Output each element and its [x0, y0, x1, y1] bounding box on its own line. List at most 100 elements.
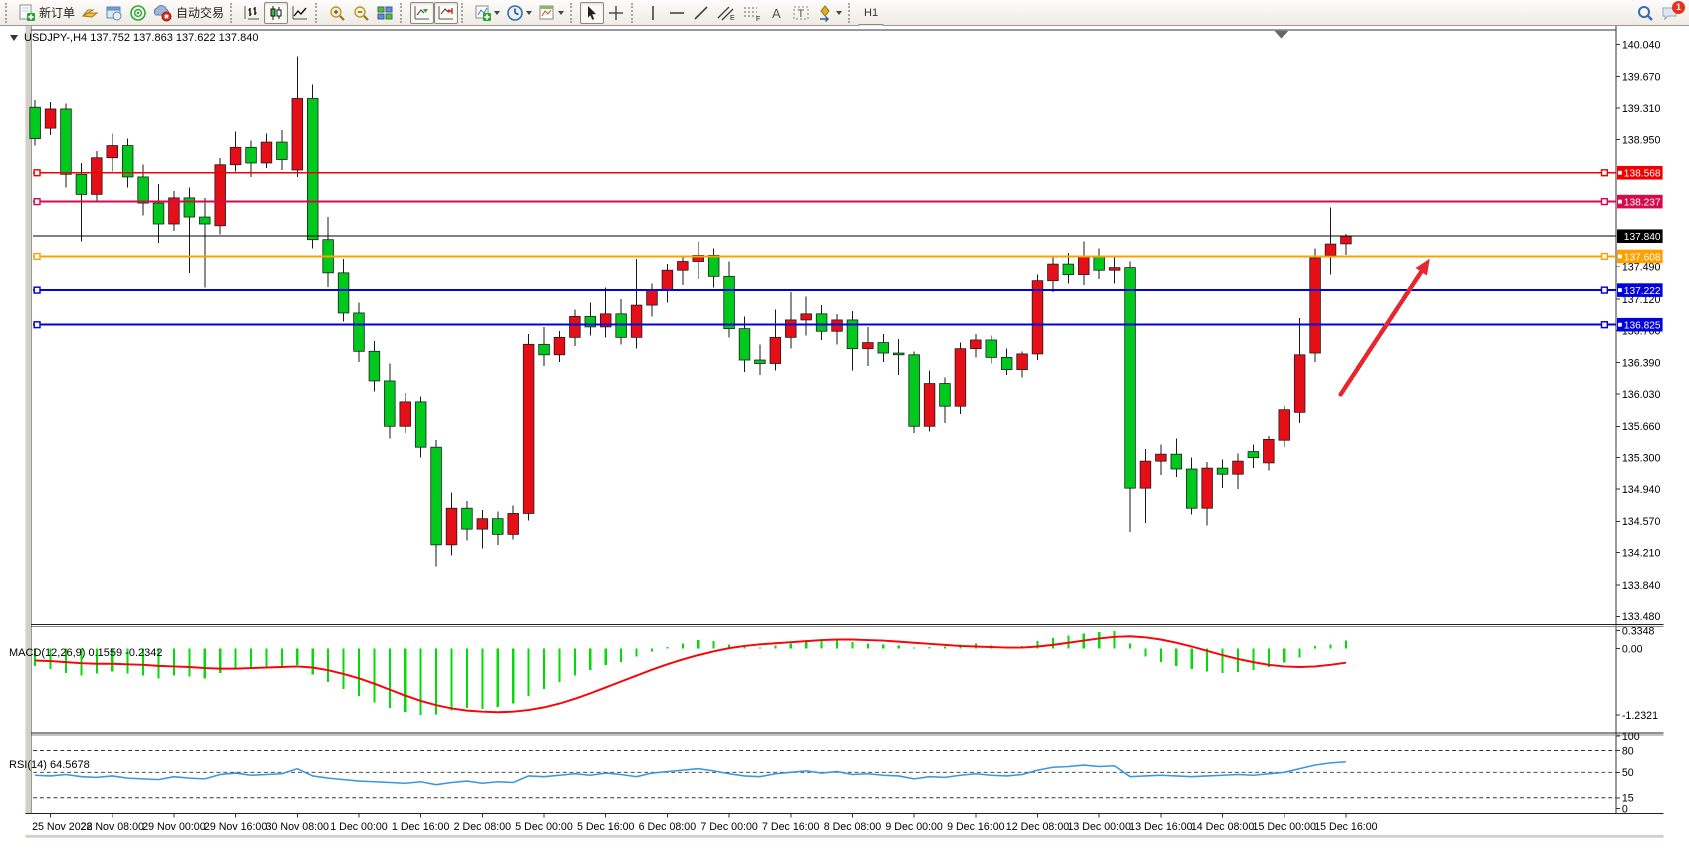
time-axis-label: 28 Nov 08:00 [81, 821, 144, 833]
crosshair-button[interactable] [604, 2, 628, 24]
bottom-edge [25, 835, 1663, 838]
candle [1094, 257, 1105, 270]
hline-handle-right[interactable] [1601, 199, 1607, 205]
templates-button[interactable] [535, 2, 567, 24]
candle [354, 313, 365, 351]
candle [462, 508, 473, 529]
candle [770, 337, 781, 363]
hline-handle-left[interactable] [34, 254, 40, 260]
toolbar-grip[interactable] [400, 3, 407, 23]
text-label-tool-button[interactable]: T [789, 2, 813, 24]
toolbar-grip[interactable] [848, 3, 855, 23]
candle [199, 217, 210, 224]
chart-title[interactable]: USDJPY-,H4 137.752 137.863 137.622 137.8… [10, 32, 258, 44]
macd-axis-label: 0.00 [1622, 644, 1643, 656]
indicators-dropdown-caret[interactable] [494, 11, 500, 15]
profiles-icon [81, 4, 99, 22]
toolbar-grip[interactable] [461, 3, 468, 23]
market-watch-button[interactable] [102, 2, 126, 24]
chart-canvas[interactable]: 140.040139.670139.310138.950137.490137.1… [0, 26, 1689, 863]
price-tick-label: 139.670 [1622, 72, 1661, 84]
search-button[interactable] [1633, 2, 1657, 24]
line-chart-button[interactable] [288, 2, 312, 24]
autotrading-label: 自动交易 [176, 4, 224, 21]
vertical-line-tool-button[interactable] [641, 2, 665, 24]
auto-scroll-button[interactable] [410, 2, 434, 24]
arrows-dropdown-caret[interactable] [836, 11, 842, 15]
periods-button[interactable] [503, 2, 535, 24]
periods-dropdown-caret[interactable] [526, 11, 532, 15]
cursor-button[interactable] [580, 2, 604, 24]
toolbar-grip[interactable] [570, 3, 577, 23]
toolbar-grip[interactable] [230, 3, 237, 23]
rsi-indicator-label: RSI(14) 64.5678 [9, 759, 90, 771]
channel-tool-button[interactable]: E [713, 2, 739, 24]
candle [230, 147, 241, 164]
svg-text:F: F [756, 16, 760, 22]
timeframe-button-H1[interactable]: H1 [858, 2, 884, 24]
zoom-in-button[interactable] [325, 2, 349, 24]
hline-handle-left[interactable] [34, 322, 40, 328]
candle [508, 513, 519, 534]
toolbar-grip[interactable] [631, 3, 638, 23]
trendline-tool-button[interactable] [689, 2, 713, 24]
rsi-axis-label: 50 [1622, 767, 1634, 779]
hline-handle-left[interactable] [34, 170, 40, 176]
hline-handle-right[interactable] [1601, 322, 1607, 328]
zoom-out-button[interactable] [349, 2, 373, 24]
toolbar-grip[interactable] [5, 3, 12, 23]
candle [307, 98, 318, 239]
candle [1125, 268, 1136, 489]
rsi-axis-label: 80 [1622, 745, 1634, 757]
candle [986, 340, 997, 357]
price-tick-label: 136.390 [1622, 358, 1661, 370]
bar-chart-button[interactable] [240, 2, 264, 24]
rsi-axis-label: 100 [1622, 731, 1640, 743]
price-tick-label: 134.210 [1622, 548, 1661, 560]
horizontal-line-tool-button[interactable] [665, 2, 689, 24]
text-tool-button[interactable]: A [765, 2, 789, 24]
time-axis-label: 12 Dec 08:00 [1006, 821, 1069, 833]
price-line-label-handle [1618, 255, 1622, 259]
new-order-label: 新订单 [39, 4, 75, 21]
hline-handle-left[interactable] [34, 287, 40, 293]
chart-panel[interactable]: 140.040139.670139.310138.950137.490137.1… [0, 26, 1689, 863]
signals-button[interactable] [126, 2, 150, 24]
chart-shift-button[interactable] [434, 2, 458, 24]
price-line-label-handle [1618, 288, 1622, 292]
hline-handle-right[interactable] [1601, 287, 1607, 293]
hline-handle-right[interactable] [1601, 170, 1607, 176]
autotrading-button[interactable]: 自动交易 [150, 2, 227, 24]
profiles-button[interactable] [78, 2, 102, 24]
equidistant-channel-icon: E [716, 4, 736, 22]
hline-handle-left[interactable] [34, 199, 40, 205]
arrows-shapes-icon [816, 4, 834, 22]
community-button[interactable]: 1 [1657, 2, 1683, 24]
time-axis-label: 13 Dec 16:00 [1129, 821, 1192, 833]
candle [1263, 439, 1274, 463]
candle [138, 177, 149, 203]
candle [369, 351, 380, 381]
new-order-button[interactable]: 新订单 [15, 2, 78, 24]
notification-badge[interactable]: 1 [1672, 1, 1685, 14]
candle [1032, 281, 1043, 354]
indicators-button[interactable] [471, 2, 503, 24]
bar-chart-icon [243, 4, 261, 22]
tile-windows-button[interactable] [373, 2, 397, 24]
candle [909, 355, 920, 426]
candle [277, 142, 288, 159]
templates-dropdown-caret[interactable] [558, 11, 564, 15]
arrows-tool-button[interactable] [813, 2, 845, 24]
fibonacci-tool-button[interactable]: F [739, 2, 765, 24]
candle [1310, 258, 1321, 353]
chart-title-collapse-icon[interactable] [10, 35, 18, 41]
macd-axis-label: -1.2321 [1622, 710, 1658, 722]
candlestick-chart-button[interactable] [264, 2, 288, 24]
rsi-axis-label: 0 [1622, 804, 1628, 816]
price-line-label: 136.825 [1624, 321, 1661, 332]
toolbar-grip[interactable] [315, 3, 322, 23]
candle [1001, 357, 1012, 369]
hline-handle-right[interactable] [1601, 254, 1607, 260]
candle [523, 344, 534, 513]
price-tick-label: 139.310 [1622, 103, 1661, 115]
